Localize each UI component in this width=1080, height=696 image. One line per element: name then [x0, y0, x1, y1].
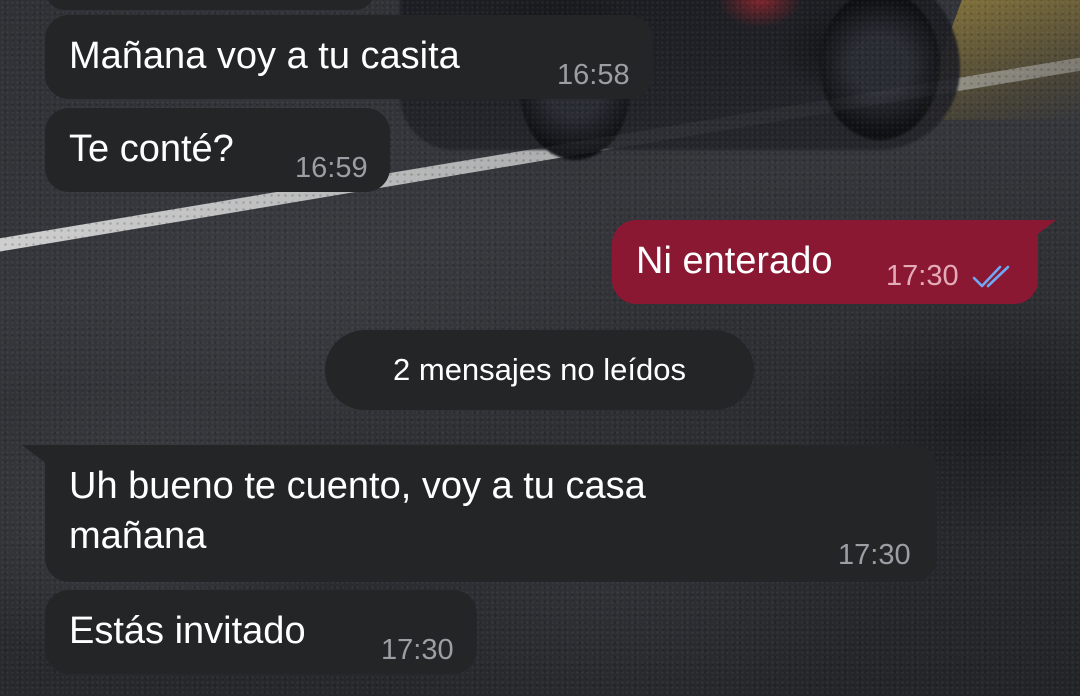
message-bubble-incoming[interactable]: Estás invitado 17:30: [45, 590, 477, 674]
message-text: Te conté?: [69, 128, 234, 170]
message-bubble-incoming[interactable]: Te conté? 16:59: [45, 108, 390, 192]
message-bubble-outgoing[interactable]: Ni enterado 17:30: [612, 220, 1038, 304]
message-timestamp: 16:58: [557, 59, 630, 91]
message-bubble-partial[interactable]: [45, 0, 375, 10]
message-bubble-incoming[interactable]: Uh bueno te cuento, voy a tu casa mañana…: [45, 445, 937, 582]
message-bubble-incoming[interactable]: Mañana voy a tu casita 16:58: [45, 15, 653, 99]
message-timestamp: 17:30: [886, 260, 959, 292]
unread-messages-separator: 2 mensajes no leídos: [325, 330, 754, 410]
message-text: Ni enterado: [636, 240, 833, 282]
message-text: Uh bueno te cuento, voy a tu casa mañana: [69, 465, 646, 557]
message-timestamp: 16:59: [295, 152, 368, 184]
message-timestamp: 17:30: [381, 634, 454, 666]
unread-messages-label: 2 mensajes no leídos: [393, 352, 686, 387]
message-text: Estás invitado: [69, 610, 306, 652]
message-list[interactable]: Mañana voy a tu casita 16:58 Te conté? 1…: [0, 0, 1080, 696]
message-timestamp: 17:30: [838, 539, 911, 571]
double-check-icon: [972, 264, 1016, 295]
message-text: Mañana voy a tu casita: [69, 35, 460, 77]
